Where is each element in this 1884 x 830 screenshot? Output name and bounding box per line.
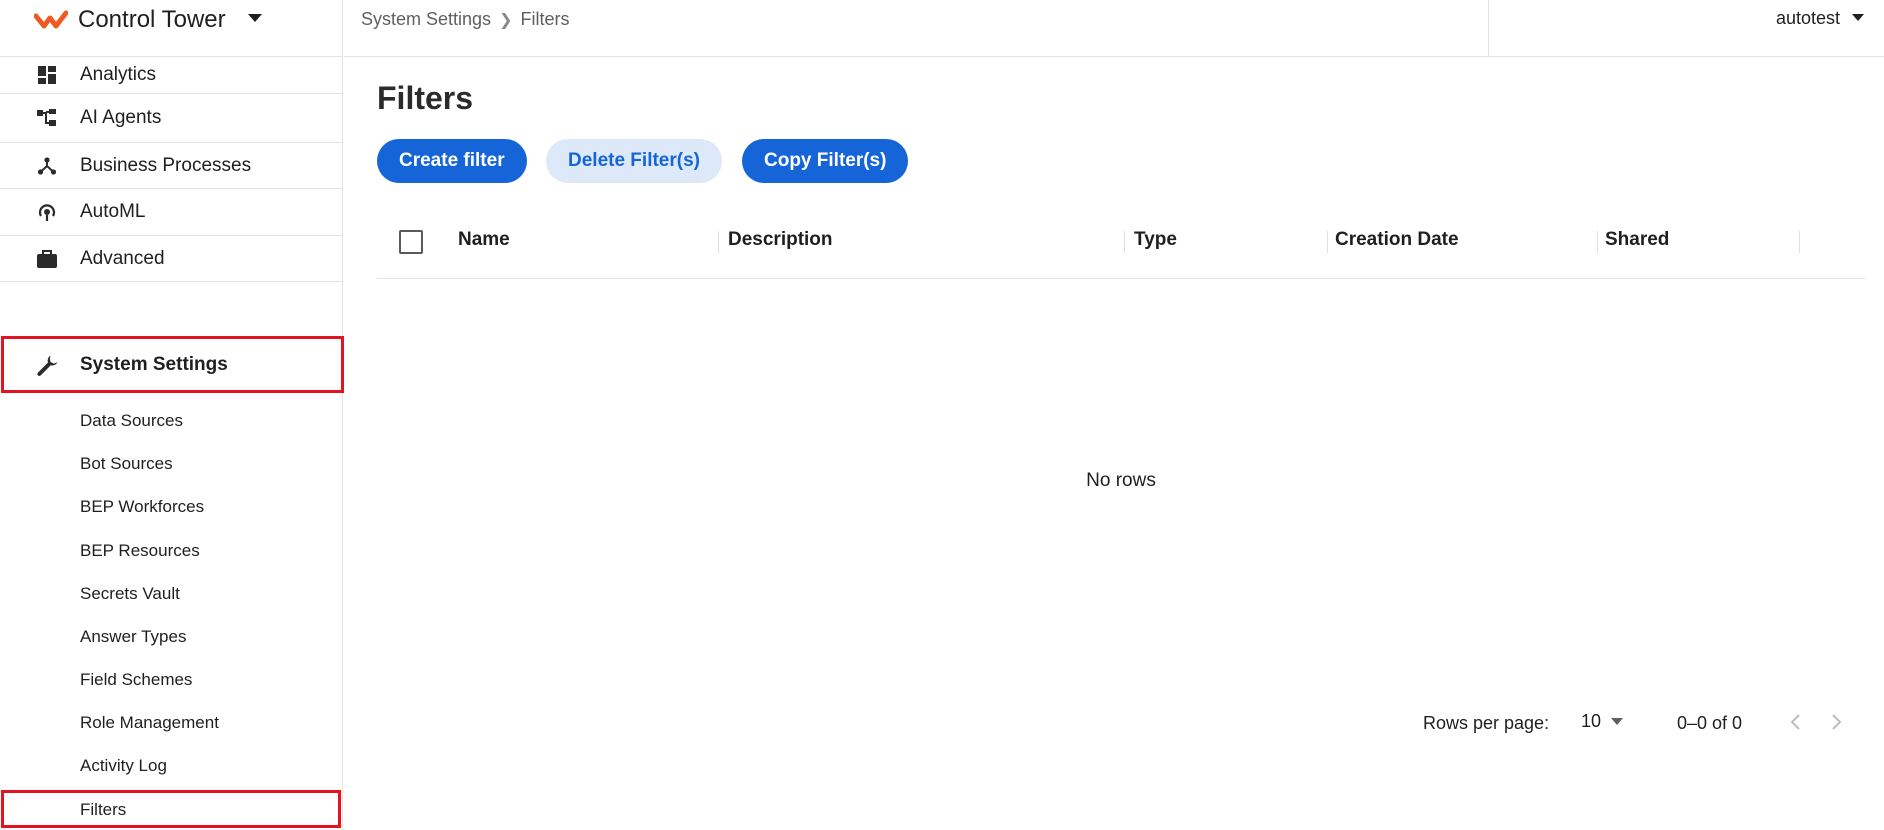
delete-filters-button[interactable]: Delete Filter(s)	[546, 139, 722, 183]
subnav-item-bep-workforces[interactable]: BEP Workforces	[0, 489, 343, 525]
app-root: Control Tower Analytics AI Agents Busine…	[0, 0, 1884, 830]
select-all-checkbox[interactable]	[399, 230, 423, 254]
nav-label-business-processes: Business Processes	[80, 154, 252, 176]
subnav-item-bot-sources[interactable]: Bot Sources	[0, 446, 343, 482]
nav-item-analytics[interactable]: Analytics	[0, 57, 343, 94]
nav-item-advanced[interactable]: Advanced	[0, 236, 343, 282]
subnav-item-data-sources[interactable]: Data Sources	[0, 403, 343, 439]
sidebar: Control Tower Analytics AI Agents Busine…	[0, 0, 344, 830]
chevron-left-icon[interactable]	[1789, 713, 1801, 731]
subnav-item-secrets-vault[interactable]: Secrets Vault	[0, 576, 343, 612]
filters-table: Name Description Type Creation Date Shar…	[377, 215, 1865, 825]
breadcrumb: System Settings ❯ Filters	[361, 9, 569, 30]
nav-item-system-settings[interactable]: System Settings	[0, 337, 343, 393]
chevron-right-icon: ❯	[499, 11, 513, 29]
hierarchy-icon	[36, 107, 58, 129]
briefcase-icon	[36, 248, 58, 270]
subnav-item-answer-types[interactable]: Answer Types	[0, 619, 343, 655]
wrench-icon	[36, 354, 58, 376]
nav-label-automl: AutoML	[80, 201, 146, 222]
subnav-label: Data Sources	[80, 411, 183, 430]
dashboard-icon	[36, 64, 58, 86]
nav-label-advanced: Advanced	[80, 247, 165, 269]
breadcrumb-parent[interactable]: System Settings	[361, 9, 491, 30]
user-name: autotest	[1775, 8, 1840, 28]
rows-per-page-label: Rows per page:	[1423, 713, 1550, 733]
chevron-down-icon[interactable]	[1852, 14, 1864, 21]
rows-per-page-select[interactable]: 10	[1581, 711, 1624, 732]
pagination-range: 0–0 of 0	[1677, 713, 1743, 733]
pagination: Rows per page: 10 0–0 of 0	[377, 709, 1865, 739]
subnav-label: Role Management	[80, 713, 219, 732]
nav-item-ai-agents[interactable]: AI Agents	[0, 94, 343, 143]
subnav-label: Answer Types	[80, 627, 187, 646]
nav-label-ai-agents: AI Agents	[80, 107, 162, 128]
subnav-label: BEP Resources	[80, 541, 200, 560]
chevron-down-icon[interactable]	[248, 14, 262, 22]
nav-item-automl[interactable]: AutoML	[0, 189, 343, 236]
empty-state-text: No rows	[1086, 470, 1156, 491]
chevron-down-icon	[1611, 718, 1624, 725]
breadcrumb-current: Filters	[520, 9, 570, 29]
column-header-type[interactable]: Type	[1134, 229, 1177, 251]
page-title: Filters	[377, 80, 474, 116]
nav-label-analytics: Analytics	[80, 64, 157, 85]
subnav-item-activity-log[interactable]: Activity Log	[0, 748, 343, 784]
column-header-creation-date[interactable]: Creation Date	[1335, 229, 1459, 251]
table-header: Name Description Type Creation Date Shar…	[377, 215, 1865, 279]
nav-item-business-processes[interactable]: Business Processes	[0, 143, 343, 189]
top-bar: System Settings ❯ Filters autotest	[344, 0, 1884, 57]
column-header-shared[interactable]: Shared	[1605, 229, 1669, 251]
nav-label-system-settings: System Settings	[80, 354, 228, 375]
column-header-name[interactable]: Name	[458, 229, 510, 251]
process-icon	[36, 155, 58, 177]
column-separator[interactable]	[1597, 231, 1598, 253]
subnav-item-filters[interactable]: Filters	[0, 792, 343, 828]
subnav-label: Secrets Vault	[80, 584, 180, 603]
column-separator[interactable]	[1124, 231, 1125, 253]
column-header-description[interactable]: Description	[728, 229, 833, 251]
subnav-item-bep-resources[interactable]: BEP Resources	[0, 533, 343, 569]
subnav-label: Bot Sources	[80, 454, 173, 473]
control-tower-logo-icon	[34, 10, 68, 29]
chevron-right-icon[interactable]	[1831, 713, 1843, 731]
automl-icon	[36, 201, 58, 223]
column-separator[interactable]	[1799, 231, 1800, 253]
subnav-label: Filters	[80, 800, 127, 819]
subnav-label: Activity Log	[80, 756, 167, 775]
create-filter-button[interactable]: Create filter	[377, 139, 527, 183]
subnav-label: BEP Workforces	[80, 497, 205, 516]
rows-per-page-value: 10	[1581, 711, 1602, 731]
subnav-item-role-management[interactable]: Role Management	[0, 705, 343, 741]
subnav-label: Field Schemes	[80, 670, 193, 689]
user-menu[interactable]: autotest	[1488, 0, 1884, 57]
column-separator[interactable]	[718, 231, 719, 253]
brand-header[interactable]: Control Tower	[0, 0, 343, 57]
copy-filters-button[interactable]: Copy Filter(s)	[742, 139, 909, 183]
brand-title: Control Tower	[78, 6, 226, 33]
column-separator[interactable]	[1327, 231, 1328, 253]
subnav-item-field-schemes[interactable]: Field Schemes	[0, 662, 343, 698]
